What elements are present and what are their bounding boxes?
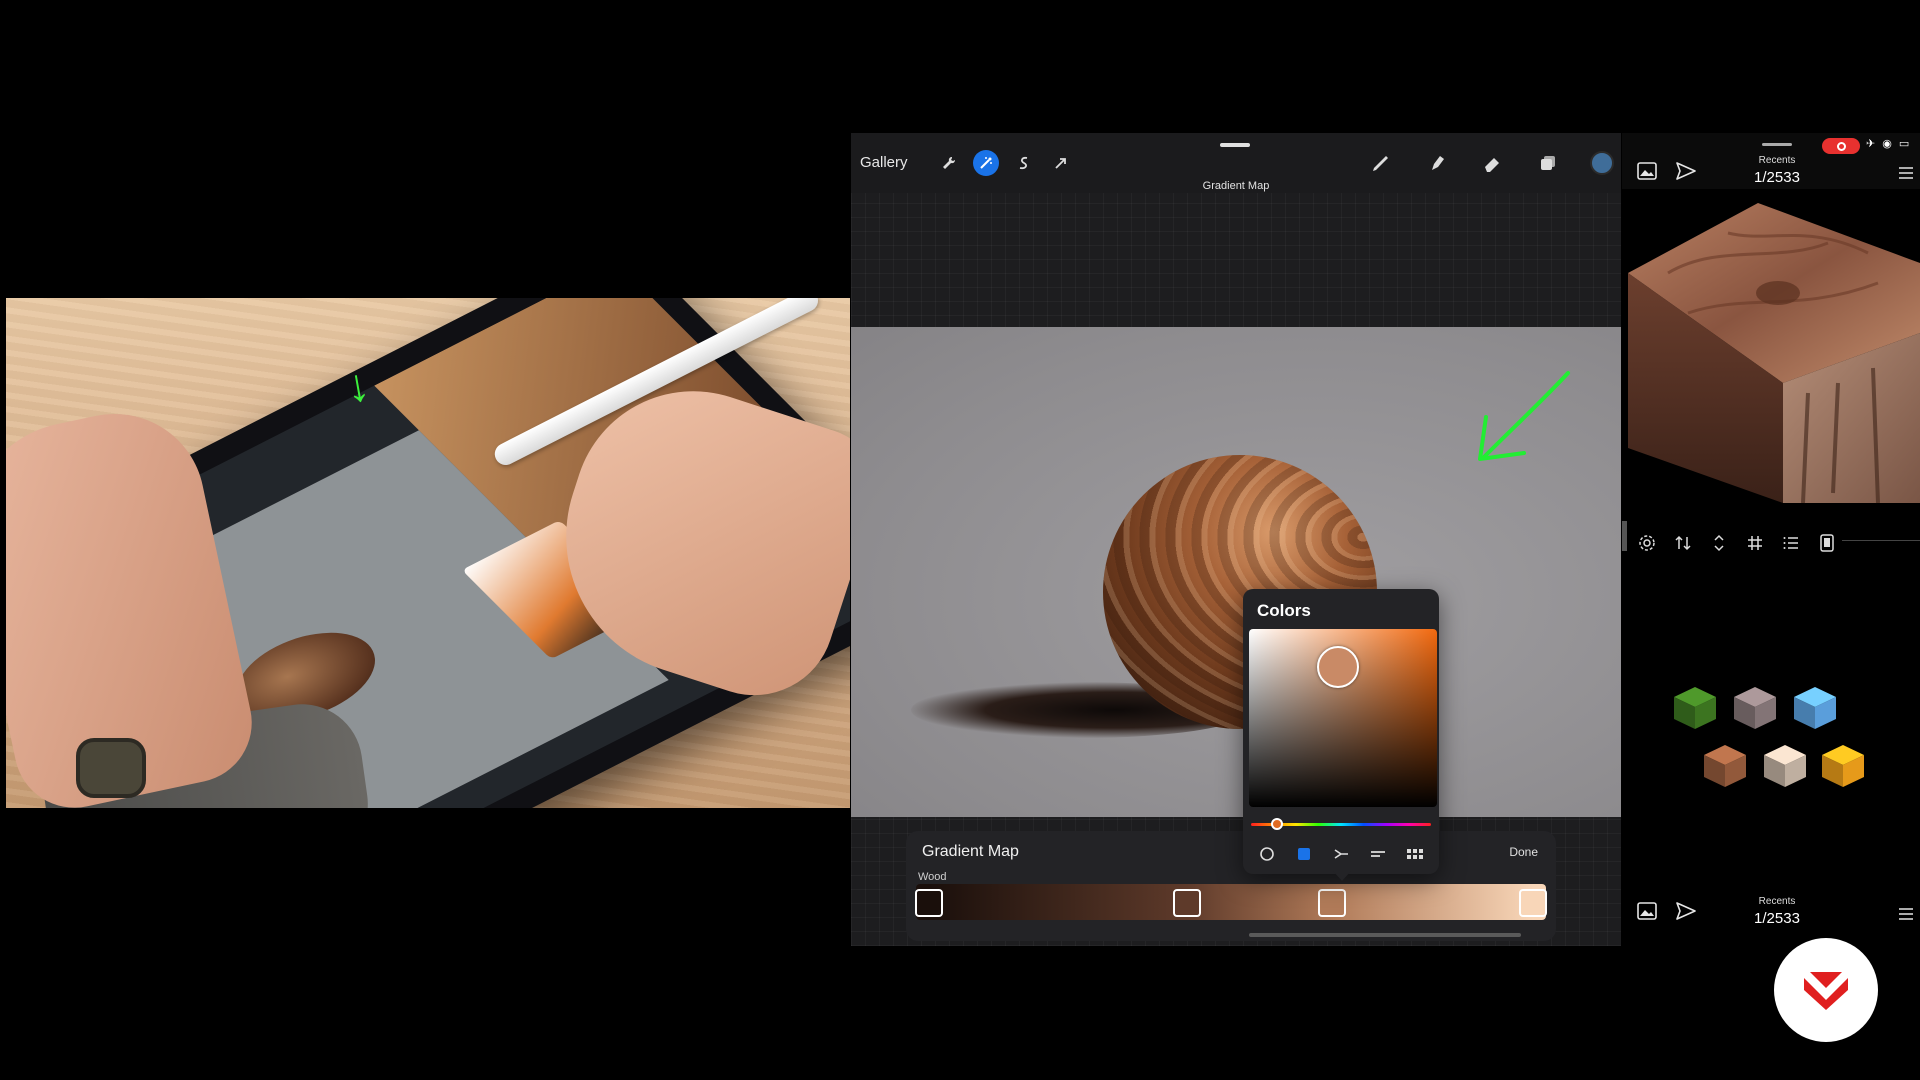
drawing-canvas[interactable] [851, 327, 1621, 817]
color-picker-knob[interactable] [1317, 646, 1359, 688]
list-icon[interactable] [1780, 532, 1802, 554]
photo-icon[interactable] [1635, 159, 1659, 183]
procreate-app: Gallery Gradient Map Gradient Map Done W… [851, 133, 1621, 946]
drag-handle[interactable] [1220, 143, 1250, 147]
eraser-icon[interactable] [1479, 150, 1505, 176]
logo-mark-icon [1804, 972, 1848, 1010]
reference-toolbar [1622, 525, 1920, 561]
saturation-brightness-square[interactable] [1249, 629, 1437, 807]
vertical-resize-icon[interactable] [1708, 532, 1730, 554]
gradient-stop[interactable] [914, 889, 943, 917]
flip-arrows-icon[interactable] [1672, 532, 1694, 554]
screen-recording-indicator [1822, 138, 1860, 154]
preset-name: Wood [918, 871, 947, 883]
gradient-stop[interactable] [1172, 889, 1201, 917]
screen: { "app": { "gallery_label": "Gallery", "… [0, 0, 1920, 1080]
transform-arrow-icon[interactable] [1048, 150, 1074, 176]
recents-label: Recents [1758, 155, 1796, 166]
send-icon[interactable] [1674, 159, 1698, 183]
gradient-bar[interactable] [916, 884, 1546, 920]
send-icon[interactable] [1674, 899, 1698, 923]
rock-cube-thumb[interactable] [1760, 741, 1810, 791]
color-mode-tabs [1243, 841, 1439, 867]
gradient-map-title: Gradient Map [922, 843, 1019, 860]
palettes-mode-icon[interactable] [1404, 843, 1426, 865]
recents-counter: 1/2533 [1754, 910, 1800, 927]
panel-handle[interactable] [1762, 143, 1792, 146]
recents-counter: 1/2533 [1754, 169, 1800, 186]
gallery-button[interactable]: Gallery [860, 154, 908, 171]
gradient-stop[interactable] [1519, 889, 1548, 917]
grid-icon[interactable] [1744, 532, 1766, 554]
brush-icon[interactable] [1368, 150, 1394, 176]
harmony-mode-icon[interactable] [1330, 843, 1352, 865]
reference-panel: ✈ ◉ ▭ Recents 1/2533 Recents 1/2533 [1622, 133, 1920, 946]
done-button[interactable]: Done [1509, 845, 1538, 859]
wood-cube-reference[interactable] [1628, 203, 1920, 529]
menu-icon[interactable] [1894, 161, 1918, 185]
ice-cube-thumb[interactable] [1790, 683, 1840, 733]
classic-mode-icon[interactable] [1293, 843, 1315, 865]
smudge-icon[interactable] [1424, 150, 1450, 176]
document-title: Gradient Map [1202, 180, 1270, 192]
colors-title: Colors [1257, 601, 1311, 620]
wood-cube-thumb[interactable] [1700, 741, 1750, 791]
gradient-stop[interactable] [1317, 889, 1346, 917]
grass-cube-thumb[interactable] [1670, 683, 1720, 733]
photo-icon[interactable] [1635, 899, 1659, 923]
stone-cube-thumb[interactable] [1730, 683, 1780, 733]
device-icon[interactable] [1816, 532, 1838, 554]
reference-header: ✈ ◉ ▭ Recents 1/2533 [1622, 133, 1920, 189]
settings-gear-icon[interactable] [1636, 532, 1658, 554]
presenter-watch [76, 738, 146, 798]
value-mode-icon[interactable] [1367, 843, 1389, 865]
status-bar-icons: ✈ ◉ ▭ [1866, 138, 1912, 150]
green-arrow-icon [1478, 371, 1570, 461]
lava-cube-thumb[interactable] [1818, 741, 1868, 791]
adjustments-wand-icon[interactable] [973, 150, 999, 176]
presenter-video: ↓ [6, 298, 850, 808]
layers-icon[interactable] [1535, 150, 1561, 176]
actions-wrench-icon[interactable] [936, 150, 962, 176]
top-toolbar: Gallery Gradient Map [851, 133, 1621, 193]
disc-mode-icon[interactable] [1256, 843, 1278, 865]
gradient-map-panel: Gradient Map Done Wood [906, 831, 1556, 941]
colors-popup: Colors [1243, 589, 1439, 881]
active-color-swatch[interactable] [1590, 151, 1614, 175]
home-indicator [1249, 933, 1521, 937]
hue-slider-knob[interactable] [1271, 818, 1283, 830]
brand-logo [1774, 938, 1878, 1042]
selection-icon[interactable] [1011, 150, 1037, 176]
menu-icon[interactable] [1894, 902, 1918, 926]
recents-label: Recents [1758, 896, 1796, 907]
